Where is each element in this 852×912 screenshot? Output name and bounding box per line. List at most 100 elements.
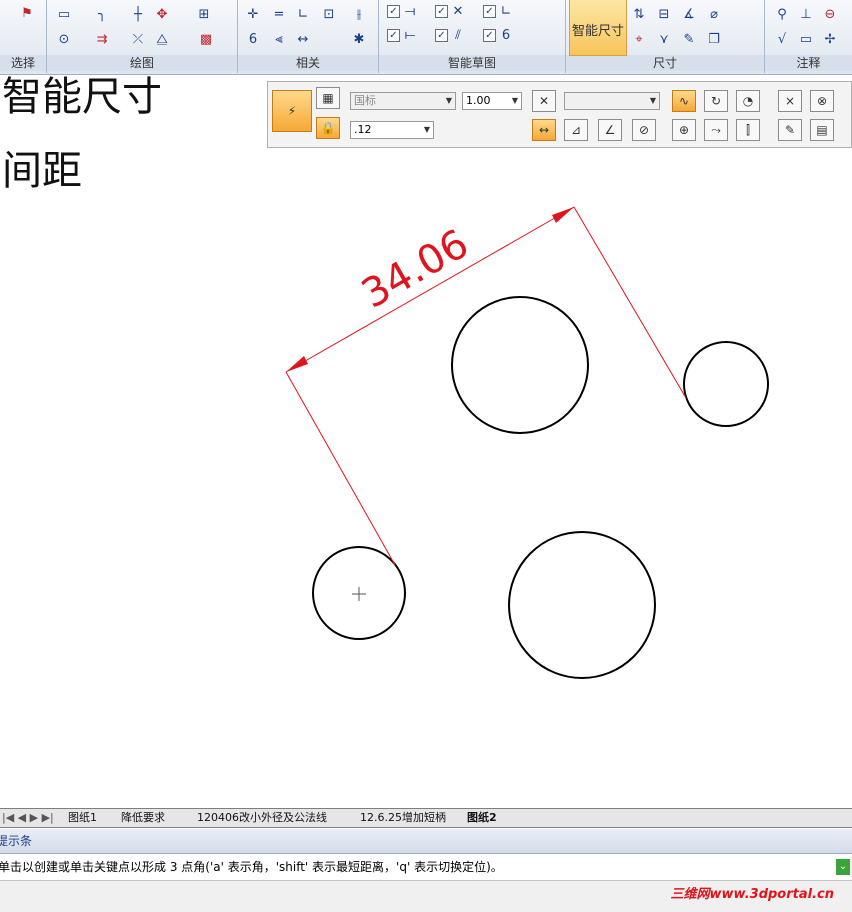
arrow-right <box>552 207 574 223</box>
group-annotation: ⚲ ⊥ ⊖ √ ▭ ✢ 注释 <box>765 0 852 73</box>
symmetric-icon[interactable]: ⫷ <box>270 30 288 48</box>
extend-icon[interactable]: ⤫ <box>129 30 147 48</box>
callout-icon[interactable]: ⚲ <box>773 5 791 23</box>
sketch-option-checkbox[interactable]: ✓ <box>435 29 448 42</box>
mirror-icon[interactable]: ⧋ <box>153 30 171 48</box>
rectangle-icon[interactable]: ▭ <box>55 5 73 23</box>
sketch-midpoint-icon: ⟝ <box>404 27 416 43</box>
datum-icon[interactable]: ✢ <box>821 30 839 48</box>
sketch-option-checkbox[interactable]: ✓ <box>483 5 496 18</box>
chamfer-dimension-icon[interactable]: ⌖ <box>630 30 648 48</box>
fillet-icon[interactable]: ╮ <box>93 5 111 23</box>
smart-dimension-option-button[interactable]: ⚡ <box>272 90 312 132</box>
perpendicular-icon[interactable]: ∟ <box>294 5 312 23</box>
trim-icon[interactable]: ┼ <box>129 5 147 23</box>
prompt-bar: 单击以创建或单击关键点以形成 3 点角('a' 表示角，'shift' 表示最短… <box>0 854 852 880</box>
tab-sheet-1[interactable]: 图纸1 <box>68 810 97 826</box>
angle-option-icon[interactable]: ∠ <box>598 119 622 141</box>
equal-icon[interactable]: = <box>270 5 288 23</box>
tab-sheet-2[interactable]: 降低要求 <box>121 810 165 826</box>
cancel-button[interactable]: ⊗ <box>810 90 834 112</box>
sheet-tabs-bar: |◀ ◀ ▶ ▶| 图纸1 降低要求 120406改小外径及公法线 12.6.2… <box>0 808 852 828</box>
arrow-left <box>286 356 308 372</box>
flag-icon[interactable]: ⚑ <box>18 4 36 22</box>
style-select[interactable]: 国标 ▼ <box>350 92 456 110</box>
horizontal-vertical-icon[interactable]: ↔ <box>532 119 556 141</box>
scale-select[interactable]: 1.00 ▼ <box>462 92 522 110</box>
options-icon[interactable]: ▤ <box>810 119 834 141</box>
circle-large-top[interactable] <box>451 296 589 434</box>
chevron-down-icon: ▼ <box>445 96 452 105</box>
jog-option-icon[interactable]: ⤳ <box>704 119 728 141</box>
circle-icon[interactable]: ⊙ <box>55 30 73 48</box>
leader-icon[interactable]: ⊥ <box>797 5 815 23</box>
distance-between-icon[interactable]: ⇅ <box>630 5 648 23</box>
extension-line-right <box>573 206 687 399</box>
auto-dimension-icon[interactable]: ✎ <box>680 30 698 48</box>
fill-icon[interactable]: ▩ <box>197 30 215 48</box>
pattern-icon[interactable]: ⊞ <box>195 5 213 23</box>
horizontal-icon[interactable]: ↔ <box>294 30 312 48</box>
watermark: 三维网www.3dportal.cn <box>670 887 834 902</box>
break-option-icon[interactable]: ⊕ <box>672 119 696 141</box>
surface-texture-icon[interactable]: √ <box>773 30 791 48</box>
move-icon[interactable]: ✥ <box>153 5 171 23</box>
chevron-down-icon[interactable]: ⌄ <box>836 859 850 875</box>
tab-sheet-3[interactable]: 120406改小外径及公法线 <box>197 810 327 826</box>
tab-nav-arrows[interactable]: |◀ ◀ ▶ ▶| <box>2 810 54 826</box>
orientation-option-icon[interactable]: ∿ <box>672 90 696 112</box>
circle-option-icon[interactable]: ◔ <box>736 90 760 112</box>
text-select[interactable]: ▼ <box>564 92 660 110</box>
tab-sheet-4[interactable]: 12.6.25增加短柄 <box>360 810 446 826</box>
lock-icon[interactable]: 🔒 <box>316 117 340 139</box>
sketch-option-checkbox[interactable]: ✓ <box>483 29 496 42</box>
sketch-option-checkbox[interactable]: ✓ <box>435 5 448 18</box>
properties-icon[interactable]: ✎ <box>778 119 802 141</box>
sketch-option-checkbox[interactable]: ✓ <box>387 29 400 42</box>
connect-icon[interactable]: ✛ <box>244 5 262 23</box>
rigid-icon[interactable]: ⊡ <box>320 5 338 23</box>
sketch-intersection-icon: ✕ <box>452 3 464 19</box>
group-dimension-label: 尺寸 <box>566 55 764 71</box>
relation-handle-icon[interactable]: ⫲ <box>350 5 368 23</box>
group-smart-sketch-label: 智能草图 <box>379 55 565 71</box>
close-button[interactable]: × <box>778 90 802 112</box>
angle-dimension-icon[interactable]: ∡ <box>680 5 698 23</box>
distance-dimension[interactable]: 34.06 <box>285 206 687 566</box>
symbol-option-icon[interactable]: ⫿ <box>736 119 760 141</box>
precision-select-value: .12 <box>354 123 372 136</box>
sketch-tangent-icon: 6 <box>501 27 511 43</box>
angle-coordinate-icon[interactable]: ⋎ <box>655 30 673 48</box>
precision-select[interactable]: .12 ▼ <box>350 121 434 139</box>
tab-sheet-5[interactable]: 图纸2 <box>467 810 497 826</box>
circle-large-bottom[interactable] <box>508 531 656 679</box>
group-select: ⚑ 选择 <box>0 0 47 73</box>
center-mark <box>352 587 366 601</box>
group-relate: ✛ = ∟ ⊡ ⫲ 6 ⫷ ↔ ✱ 相关 <box>238 0 379 73</box>
relation-assist-icon[interactable]: ✱ <box>350 30 368 48</box>
extension-line-left <box>285 371 396 566</box>
balloon-icon[interactable]: ⊖ <box>821 5 839 23</box>
canvas-heading-spacing: 间距 <box>2 148 82 194</box>
circle-small-left[interactable] <box>312 546 406 640</box>
offset-icon[interactable]: ⇉ <box>93 30 111 48</box>
coordinate-dimension-icon[interactable]: ⊟ <box>655 5 673 23</box>
arc-option-icon[interactable]: ↻ <box>704 90 728 112</box>
canvas-heading-smart-dimension: 智能尺寸 <box>2 74 162 120</box>
circle-small-right[interactable] <box>683 341 769 427</box>
feature-control-icon[interactable]: ▭ <box>797 30 815 48</box>
smart-dimension-button[interactable]: 智能尺寸 <box>569 0 627 56</box>
dimension-line <box>285 206 575 373</box>
copy-dimension-icon[interactable]: ❐ <box>705 30 723 48</box>
symmetric-diameter-icon[interactable]: ⌀ <box>705 5 723 23</box>
dimension-prefix-icon[interactable]: ✕ <box>532 90 556 112</box>
sketch-option-checkbox[interactable]: ✓ <box>387 5 400 18</box>
group-draw: ▭ ╮ ┼ ✥ ⊞ ⊙ ⇉ ⤫ ⧋ ▩ 绘图 <box>47 0 238 73</box>
radius-option-icon[interactable]: ⊘ <box>632 119 656 141</box>
group-annotation-label: 注释 <box>765 55 852 71</box>
prompt-bar-header: 提示条 <box>0 829 852 854</box>
by-2-points-icon[interactable]: ⊿ <box>564 119 588 141</box>
dimension-style-icon-button[interactable]: ▦ <box>316 87 340 109</box>
tangent-icon[interactable]: 6 <box>244 30 262 48</box>
sketch-endpoint-icon: ⟞ <box>404 3 416 19</box>
